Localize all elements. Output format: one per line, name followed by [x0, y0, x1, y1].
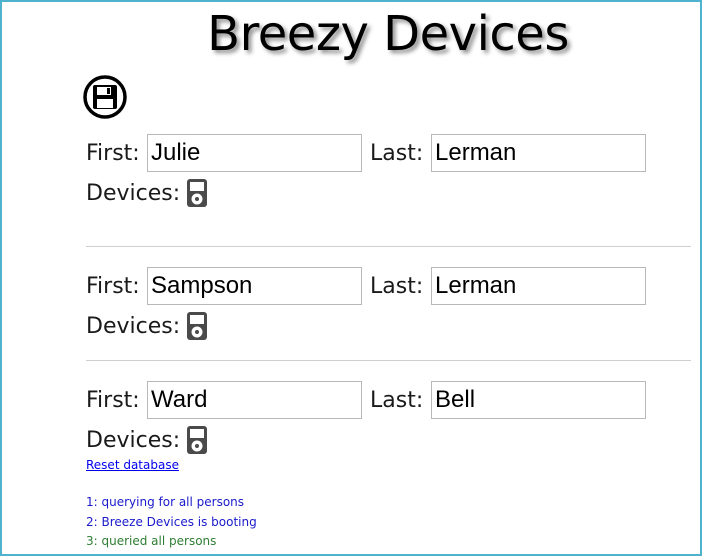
- devices-label: Devices:: [86, 180, 181, 206]
- last-name-input[interactable]: [431, 267, 646, 305]
- reset-database-link[interactable]: Reset database: [86, 458, 179, 472]
- page-title: Breezy Devices: [207, 6, 569, 62]
- devices-label: Devices:: [86, 427, 181, 453]
- save-icon[interactable]: [82, 74, 128, 120]
- devices-label: Devices:: [86, 313, 181, 339]
- last-name-input[interactable]: [431, 134, 646, 172]
- last-label: Last:: [370, 140, 424, 166]
- devices-row: Devices:: [86, 307, 208, 345]
- person-entry: First: Last: Devices:: [86, 246, 691, 360]
- ipod-icon[interactable]: [186, 311, 208, 341]
- first-label: First:: [86, 387, 140, 413]
- person-entry: First: Last: Devices:: [86, 133, 691, 246]
- person-list: First: Last: Devices: First: Last:: [86, 133, 691, 474]
- name-row: First: Last:: [86, 267, 646, 305]
- ipod-icon[interactable]: [186, 178, 208, 208]
- first-name-input[interactable]: [147, 381, 362, 419]
- first-name-input[interactable]: [147, 267, 362, 305]
- log-entry: 2: Breeze Devices is booting: [86, 514, 257, 529]
- devices-row: Devices:: [86, 421, 208, 459]
- devices-row: Devices:: [86, 174, 208, 212]
- person-entry: First: Last: Devices:: [86, 360, 691, 474]
- ipod-icon[interactable]: [186, 425, 208, 455]
- first-label: First:: [86, 273, 140, 299]
- last-label: Last:: [370, 273, 424, 299]
- log-panel: 1: querying for all persons 2: Breeze De…: [86, 493, 257, 552]
- log-entry: 1: querying for all persons: [86, 495, 245, 509]
- name-row: First: Last:: [86, 134, 646, 172]
- first-label: First:: [86, 140, 140, 166]
- last-label: Last:: [370, 387, 424, 413]
- first-name-input[interactable]: [147, 134, 362, 172]
- last-name-input[interactable]: [431, 381, 646, 419]
- log-entry: 3: queried all persons: [86, 534, 217, 548]
- name-row: First: Last:: [86, 381, 646, 419]
